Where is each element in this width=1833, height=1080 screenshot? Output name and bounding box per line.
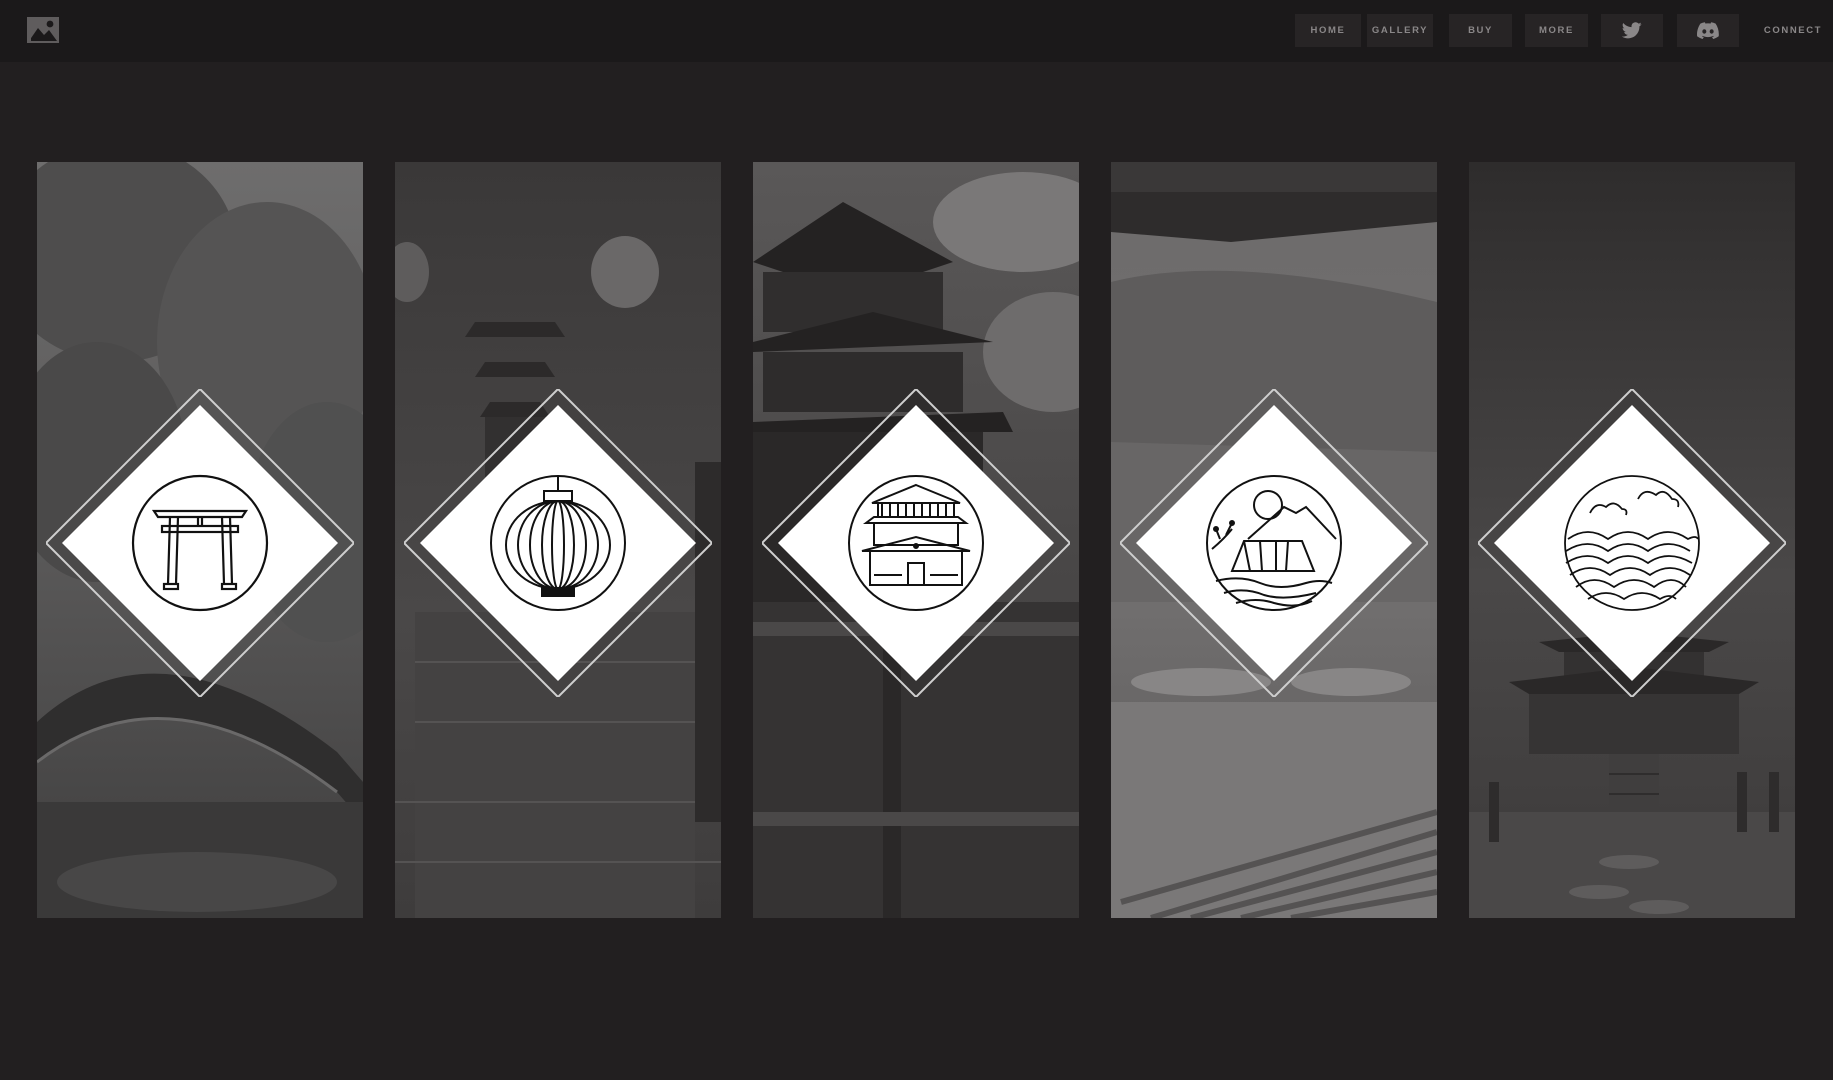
nav-gallery-link[interactable]: GALLERY — [1367, 14, 1433, 47]
nav-connect-link[interactable]: CONNECT — [1753, 14, 1833, 47]
panel-misty-lake[interactable] — [1111, 162, 1437, 918]
mountain-house-emblem — [1120, 389, 1428, 697]
panel-pagoda-night[interactable] — [753, 162, 1079, 918]
discord-icon — [1697, 22, 1719, 39]
paper-lantern-emblem — [404, 389, 712, 697]
twitter-link[interactable] — [1601, 14, 1663, 47]
image-gallery-logo-icon[interactable] — [27, 17, 59, 43]
nav-home-link[interactable]: HOME — [1295, 14, 1361, 47]
panel-lantern-street[interactable] — [395, 162, 721, 918]
discord-link[interactable] — [1677, 14, 1739, 47]
twitter-icon — [1622, 22, 1642, 39]
top-navigation-bar: HOME GALLERY BUY MORE CONNECT — [0, 0, 1833, 62]
gallery-panels — [0, 162, 1833, 918]
nav-buy-link[interactable]: BUY — [1449, 14, 1512, 47]
panel-water-pavilion[interactable] — [1469, 162, 1795, 918]
waves-clouds-emblem — [1478, 389, 1786, 697]
temple-building-emblem — [762, 389, 1070, 697]
nav-more-link[interactable]: MORE — [1525, 14, 1588, 47]
panel-garden-bridge[interactable] — [37, 162, 363, 918]
torii-gate-emblem — [46, 389, 354, 697]
